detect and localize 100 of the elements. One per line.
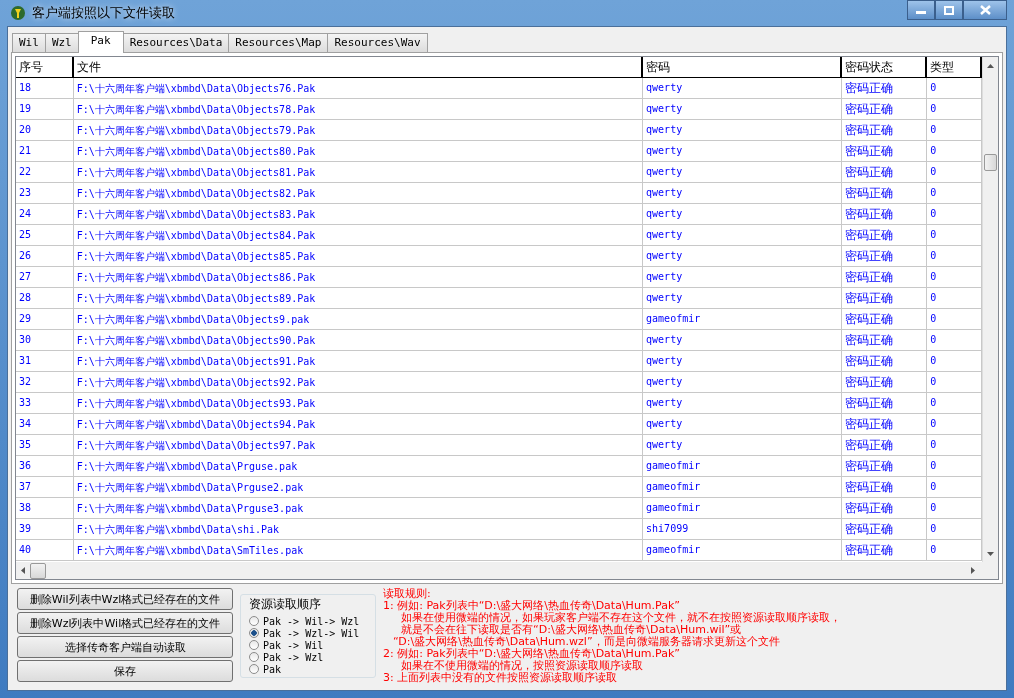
action-button[interactable]: 选择传奇客户端自动读取 [17, 636, 233, 658]
close-button[interactable] [963, 0, 1007, 20]
table-cell: F:\十六周年客户端\xbmbd\Data\Objects82.Pak [73, 183, 644, 203]
table-cell: qwerty [643, 351, 842, 371]
table-cell: F:\十六周年客户端\xbmbd\Data\Objects80.Pak [73, 141, 644, 161]
app-icon [10, 5, 26, 21]
tab[interactable]: Resources\Wav [327, 33, 428, 52]
table-cell: F:\十六周年客户端\xbmbd\Data\Objects79.Pak [73, 120, 644, 140]
table-cell: F:\十六周年客户端\xbmbd\Data\Objects85.Pak [73, 246, 644, 266]
column-header[interactable]: 序号 [16, 57, 74, 77]
table-cell: 密码正确 [841, 78, 928, 98]
action-button[interactable]: 删除Wil列表中Wzl格式已经存在的文件 [17, 588, 233, 610]
table-cell: qwerty [643, 393, 842, 413]
table-cell: qwerty [643, 330, 842, 350]
radio-label[interactable]: Pak -> Wil [263, 639, 324, 651]
radio-button[interactable] [249, 652, 259, 662]
table-cell: F:\十六周年客户端\xbmbd\Data\Objects90.Pak [73, 330, 644, 350]
rule-text: 1: 例如: Pak列表中“D:\盛大网络\热血传奇\Data\Hum.Pak” [383, 600, 682, 612]
table-cell: F:\十六周年客户端\xbmbd\Data\Objects92.Pak [73, 372, 644, 392]
table-cell: gameofmir [643, 309, 842, 329]
table-cell: qwerty [643, 162, 842, 182]
rule-text: 3: 上面列表中没有的文件按照资源读取顺序读取 [383, 672, 618, 684]
rule-text: 2: 例如: Pak列表中“D:\盛大网络\热血传奇\Data\Hum.Pak” [383, 648, 681, 660]
rule-text: “D:\盛大网络\热血传奇\Data\Hum.wzl”，而是向微端服务器请求更新这个文件 [392, 636, 781, 648]
left-arrow-icon[interactable] [21, 567, 25, 574]
table-cell: 39 [16, 519, 74, 539]
table-cell: gameofmir [643, 498, 842, 518]
table-cell: F:\十六周年客户端\xbmbd\Data\Objects94.Pak [73, 414, 644, 434]
tab[interactable]: Wzl [44, 33, 79, 52]
up-arrow-icon[interactable] [987, 63, 994, 68]
table-cell: 密码正确 [841, 288, 928, 308]
table-cell: qwerty [643, 225, 842, 245]
close-icon [979, 5, 991, 15]
table-cell: 密码正确 [841, 309, 928, 329]
action-button[interactable]: 保存 [17, 660, 233, 682]
table-cell: 密码正确 [841, 540, 928, 560]
table-cell: F:\十六周年客户端\xbmbd\Data\SmTiles.pak [73, 540, 644, 560]
down-arrow-icon[interactable] [987, 551, 994, 556]
table-cell: 26 [16, 246, 74, 266]
table-cell: 20 [16, 120, 74, 140]
table-cell: 密码正确 [841, 351, 928, 371]
radio-button[interactable] [249, 664, 259, 674]
radio-label[interactable]: Pak -> Wil-> Wzl [263, 615, 360, 627]
table-cell: 37 [16, 477, 74, 497]
table-cell: 29 [16, 309, 74, 329]
table-cell: shi7099 [643, 519, 842, 539]
maximize-button[interactable] [935, 0, 963, 20]
rule-text: 如果在使用微端的情况，如果玩家客户端不存在这个文件，就不在按照资源读取顺序读取， [401, 612, 841, 624]
table-cell: 密码正确 [841, 225, 928, 245]
horizontal-scrollbar[interactable] [16, 562, 998, 579]
table-cell: 18 [16, 78, 74, 98]
table-cell: F:\十六周年客户端\xbmbd\Data\Objects76.Pak [73, 78, 644, 98]
table-cell: F:\十六周年客户端\xbmbd\Data\Objects83.Pak [73, 204, 644, 224]
table-cell: F:\十六周年客户端\xbmbd\Data\Prguse.pak [73, 456, 644, 476]
table-cell: 23 [16, 183, 74, 203]
radio-label[interactable]: Pak [263, 663, 282, 675]
scroll-thumb[interactable] [984, 154, 997, 171]
table-cell: qwerty [643, 78, 842, 98]
table-cell: gameofmir [643, 456, 842, 476]
scroll-thumb[interactable] [30, 562, 46, 579]
table-cell: 28 [16, 288, 74, 308]
table-cell: 密码正确 [841, 498, 928, 518]
table-cell: F:\十六周年客户端\xbmbd\Data\Objects84.Pak [73, 225, 644, 245]
radio-label[interactable]: Pak -> Wzl-> Wil [263, 627, 360, 639]
table-cell: qwerty [643, 288, 842, 308]
radio-button[interactable] [249, 616, 259, 626]
table-cell: 密码正确 [841, 519, 928, 539]
table-cell: 30 [16, 330, 74, 350]
tab[interactable]: Resources\Data [122, 33, 230, 52]
table-cell: qwerty [643, 183, 842, 203]
table-cell: F:\十六周年客户端\xbmbd\Data\Objects86.Pak [73, 267, 644, 287]
table-cell: 密码正确 [841, 330, 928, 350]
radio-button[interactable] [249, 640, 259, 650]
radio-button[interactable] [249, 628, 259, 638]
table-cell: qwerty [643, 435, 842, 455]
radio-label[interactable]: Pak -> Wzl [263, 651, 324, 663]
rule-text: 读取规则: [383, 588, 432, 600]
window-title: 客户端按照以下文件读取 [32, 4, 175, 22]
table-cell: F:\十六周年客户端\xbmbd\Data\Objects9.pak [73, 309, 644, 329]
tab[interactable]: Resources\Map [228, 33, 329, 52]
table-cell: 密码正确 [841, 435, 928, 455]
table-cell: 27 [16, 267, 74, 287]
table-cell: 21 [16, 141, 74, 161]
tab[interactable]: Wil [12, 33, 46, 52]
column-header[interactable]: 密码 [643, 57, 842, 77]
minimize-button[interactable] [907, 0, 935, 20]
table-cell: 密码正确 [841, 477, 928, 497]
table-cell: qwerty [643, 99, 842, 119]
table-cell: 22 [16, 162, 74, 182]
tab[interactable]: Pak [77, 31, 124, 53]
right-arrow-icon[interactable] [971, 567, 975, 574]
column-header[interactable]: 密码状态 [841, 57, 928, 77]
table-cell: 31 [16, 351, 74, 371]
vertical-scrollbar[interactable] [982, 57, 998, 562]
maximize-icon [944, 5, 954, 15]
table-cell: 32 [16, 372, 74, 392]
action-button[interactable]: 删除Wzl列表中Wil格式已经存在的文件 [17, 612, 233, 634]
table-cell: F:\十六周年客户端\xbmbd\Data\Prguse3.pak [73, 498, 644, 518]
table-cell: 25 [16, 225, 74, 245]
column-header[interactable]: 文件 [73, 57, 644, 77]
